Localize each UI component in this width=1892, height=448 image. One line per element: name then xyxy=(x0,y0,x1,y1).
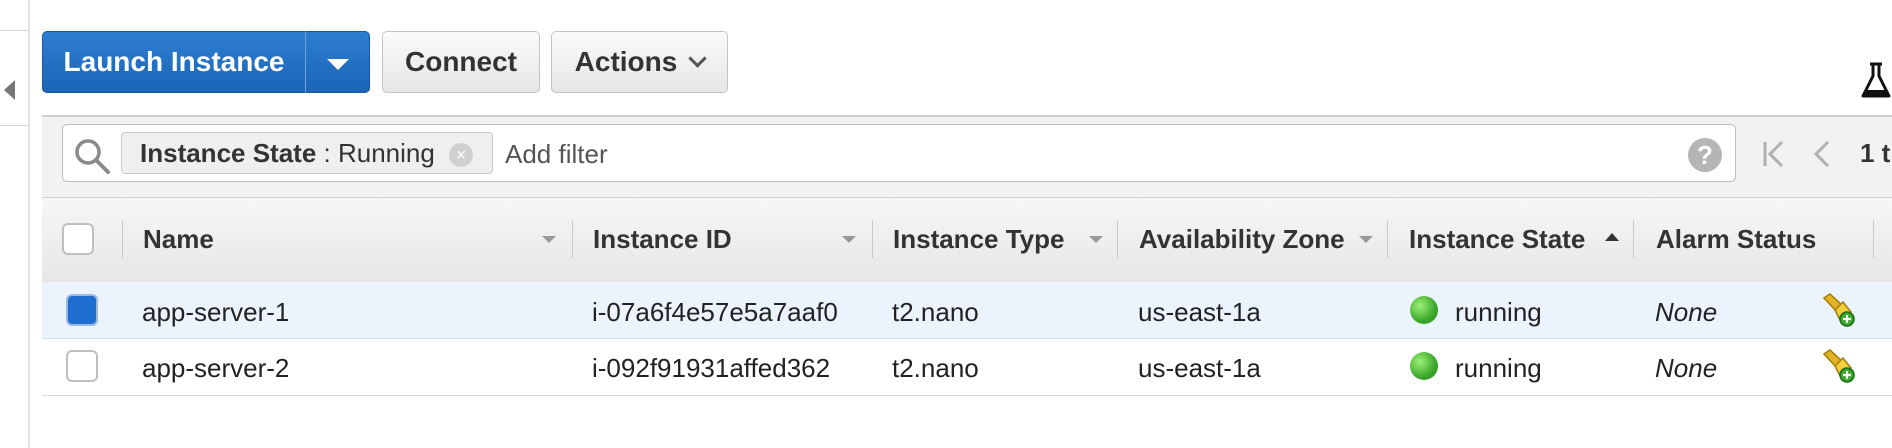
instance-name: app-server-1 xyxy=(142,297,290,327)
column-header-label: Availability Zone xyxy=(1139,223,1345,254)
column-header-availability-zone[interactable]: Availability Zone xyxy=(1139,197,1345,281)
instance-state: running xyxy=(1455,353,1542,383)
status-dot-icon xyxy=(1410,296,1438,324)
actions-button[interactable]: Actions xyxy=(551,31,728,93)
launch-dropdown-button[interactable] xyxy=(305,31,370,93)
column-header-label: Instance ID xyxy=(593,223,732,254)
column-header-label: Instance Type xyxy=(893,223,1065,254)
connect-button[interactable]: Connect xyxy=(382,31,540,93)
sort-caret-icon[interactable] xyxy=(542,236,556,243)
filter-chip-value: Running xyxy=(337,137,435,168)
prev-page-icon[interactable] xyxy=(1812,138,1832,170)
sort-caret-icon[interactable] xyxy=(1089,236,1103,243)
instance-id: i-07a6f4e57e5a7aaf0 xyxy=(592,297,838,327)
column-separator xyxy=(1117,220,1118,258)
column-separator xyxy=(1387,220,1388,258)
instance-type: t2.nano xyxy=(892,353,979,383)
column-separator xyxy=(122,220,123,258)
status-dot-icon xyxy=(1410,352,1438,380)
availability-zone: us-east-1a xyxy=(1138,353,1261,383)
chevron-down-icon xyxy=(688,48,708,68)
alarm-status: None xyxy=(1655,297,1718,327)
collapse-arrow-icon[interactable] xyxy=(4,80,15,100)
column-header-instance-type[interactable]: Instance Type xyxy=(893,197,1064,281)
column-separator xyxy=(572,220,573,258)
instance-type: t2.nano xyxy=(892,297,979,327)
filter-input[interactable] xyxy=(503,133,1657,175)
sort-caret-icon[interactable] xyxy=(842,236,856,243)
sort-caret-icon[interactable] xyxy=(1359,236,1373,243)
caret-down-icon xyxy=(326,58,349,70)
pagination-info: 1 t xyxy=(1860,138,1891,168)
instance-state: running xyxy=(1455,297,1542,327)
select-all-checkbox[interactable] xyxy=(62,223,94,255)
rail-notch xyxy=(0,125,30,126)
launch-instance-button[interactable]: Launch Instance xyxy=(42,31,305,93)
row-checkbox[interactable] xyxy=(66,350,98,382)
flask-icon[interactable] xyxy=(1860,60,1892,100)
connect-label: Connect xyxy=(405,46,517,77)
sidebar-rail xyxy=(0,0,30,448)
filter-chip-separator: : xyxy=(316,137,338,168)
column-header-instance-state[interactable]: Instance State xyxy=(1409,197,1585,281)
launch-instance-label: Launch Instance xyxy=(63,46,285,77)
column-header-label: Name xyxy=(143,223,214,254)
instance-name: app-server-2 xyxy=(142,353,290,383)
availability-zone: us-east-1a xyxy=(1138,297,1261,327)
column-separator xyxy=(1633,220,1634,258)
filter-chip[interactable]: Instance State : Running xyxy=(121,132,493,174)
column-header-instance-id[interactable]: Instance ID xyxy=(593,197,732,281)
search-icon xyxy=(75,139,110,174)
rail-divider xyxy=(28,0,30,448)
column-separator xyxy=(872,220,873,258)
column-header-label: Alarm Status xyxy=(1656,223,1817,254)
alarm-add-icon[interactable] xyxy=(1821,292,1857,328)
rail-notch xyxy=(0,30,30,31)
clear-icon[interactable]: × xyxy=(449,143,473,167)
instance-id: i-092f91931affed362 xyxy=(592,353,831,383)
alarm-status: None xyxy=(1655,353,1718,383)
actions-label: Actions xyxy=(574,46,678,77)
alarm-add-icon[interactable] xyxy=(1821,348,1857,384)
column-header-alarm-status[interactable]: Alarm Status xyxy=(1656,197,1816,281)
sort-ascending-icon[interactable] xyxy=(1605,233,1619,241)
column-separator xyxy=(1873,220,1874,258)
first-page-icon[interactable] xyxy=(1762,138,1786,170)
row-checkbox[interactable] xyxy=(66,294,98,326)
help-icon[interactable]: ? xyxy=(1688,138,1722,172)
column-header-label: Instance State xyxy=(1409,223,1586,254)
filter-chip-key: Instance State xyxy=(140,137,317,168)
column-header-name[interactable]: Name xyxy=(143,197,214,281)
